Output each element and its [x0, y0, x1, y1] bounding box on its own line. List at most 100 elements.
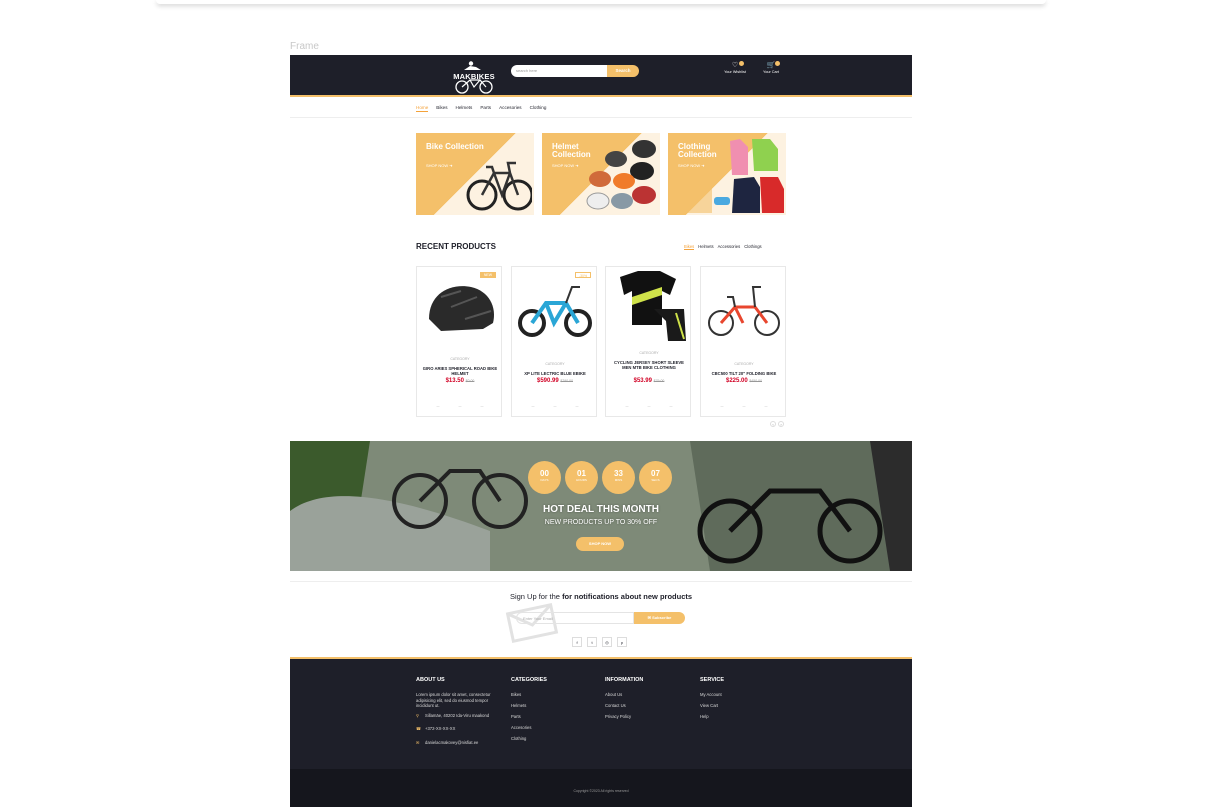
countdown-mins: 33 MINS	[602, 461, 635, 494]
newsletter-divider	[290, 581, 912, 582]
countdown-value: 07	[651, 469, 660, 478]
twitter-icon[interactable]: t	[587, 637, 597, 647]
search-input[interactable]: search here	[511, 65, 607, 77]
filter-tab-clothings[interactable]: Clothings	[744, 244, 761, 250]
shop-now-link[interactable]: SHOP NOW ➜	[678, 163, 705, 168]
product-name[interactable]: CBC500 TILT 20" FOLDING BIKE	[705, 371, 783, 376]
cart-link[interactable]: 🛒 Your Cart	[756, 61, 786, 74]
footer-about: ABOUT US Lorem ipsum dolor sit amet, con…	[416, 677, 498, 753]
footer-link[interactable]: My Account	[700, 692, 790, 697]
search-button[interactable]: Search	[607, 65, 639, 77]
product-card[interactable]: NEW CATEGORY GIRO ARIES SPHERICAL ROAD B…	[416, 266, 502, 417]
collection-title: Bike Collection	[426, 142, 484, 151]
product-actions: — — —	[427, 404, 493, 408]
ebike-product-image	[518, 286, 592, 337]
filter-tab-accessories[interactable]: Accessories	[718, 244, 741, 250]
countdown-unit: SECS	[651, 478, 660, 482]
shop-now-label: SHOP NOW	[426, 163, 449, 168]
chevron-left-icon[interactable]: ‹	[770, 421, 776, 427]
nav-parts[interactable]: Parts	[480, 105, 491, 112]
collection-helmet[interactable]: Helmet Collection SHOP NOW ➜	[542, 133, 660, 215]
product-card[interactable]: CATEGORY CYCLING JERSEY SHORT SLEEVE MEN…	[605, 266, 691, 417]
nav-divider	[290, 117, 912, 118]
subscribe-button[interactable]: ✉ Subscribe	[634, 612, 685, 624]
footer-link[interactable]: Bikes	[511, 692, 601, 697]
envelope-small-icon: ✉	[647, 615, 651, 620]
countdown-value: 33	[614, 469, 623, 478]
collection-bike[interactable]: Bike Collection SHOP NOW ➜	[416, 133, 534, 215]
wishlist-icon[interactable]: —	[532, 404, 535, 408]
frame-label: Frame	[290, 41, 319, 52]
nav-clothing[interactable]: Clothing	[530, 105, 547, 112]
product-actions: — — —	[711, 404, 777, 408]
footer-email[interactable]: ✉ danielacmakovey@nisfiat.ee	[416, 740, 498, 746]
nav-bikes[interactable]: Bikes	[436, 105, 447, 112]
phone-text: +372-XX-XX-XX	[425, 726, 456, 731]
quick-view-icon[interactable]: —	[481, 404, 484, 408]
compare-icon[interactable]: —	[459, 404, 462, 408]
instagram-icon[interactable]: ◎	[602, 637, 612, 647]
footer-link[interactable]: Helmets	[511, 703, 601, 708]
jersey-product-image	[620, 271, 686, 341]
facebook-icon[interactable]: f	[572, 637, 582, 647]
product-category: CATEGORY	[639, 351, 659, 355]
chevron-right-icon[interactable]: ›	[778, 421, 784, 427]
compare-icon[interactable]: —	[648, 404, 651, 408]
folding-bike-product-image	[708, 286, 780, 336]
email-field[interactable]: Enter Your Email	[516, 612, 634, 624]
footer-categories-title: CATEGORIES	[511, 677, 547, 683]
footer-information: INFORMATION About Us Contact Us Privacy …	[605, 677, 695, 725]
product-card[interactable]: -30% CATEGORY XP LITE LECTRIC BLUE EBIKE…	[511, 266, 597, 417]
footer-link[interactable]: Privacy Policy	[605, 714, 695, 719]
product-name[interactable]: CYCLING JERSEY SHORT SLEEVE MEN MTB BIKE…	[610, 360, 688, 370]
footer-link[interactable]: Accesories	[511, 725, 601, 730]
wishlist-link[interactable]: ♡ Your Wishlist	[720, 61, 750, 74]
footer-link[interactable]: Contact Us	[605, 703, 695, 708]
product-category: CATEGORY	[734, 362, 754, 366]
nav-accesories[interactable]: Accesories	[499, 105, 521, 112]
footer-link[interactable]: Help	[700, 714, 790, 719]
filter-tab-bikes[interactable]: Bikes	[684, 244, 695, 250]
product-price-row: $53.99 $79.00	[606, 378, 692, 384]
top-card-shadow	[156, 0, 1046, 4]
shop-now-link[interactable]: SHOP NOW ➜	[426, 163, 453, 168]
main-nav: Home Bikes Helmets Parts Accesories Clot…	[416, 105, 546, 112]
newsletter-form: Enter Your Email ✉ Subscribe	[516, 612, 685, 624]
deal-shop-now-button[interactable]: SHOP NOW	[576, 537, 624, 551]
quick-view-icon[interactable]: —	[670, 404, 673, 408]
shop-now-link[interactable]: SHOP NOW ➜	[552, 163, 579, 168]
wishlist-icon[interactable]: —	[626, 404, 629, 408]
product-tag: NEW	[480, 272, 496, 278]
product-price: $590.99	[536, 378, 559, 384]
wishlist-icon[interactable]: —	[721, 404, 724, 408]
footer-categories: CATEGORIES Bikes Helmets Parts Accesorie…	[511, 677, 601, 747]
product-name[interactable]: GIRO ARIES SPHERICAL ROAD BIKE HELMET	[421, 366, 499, 376]
footer-link[interactable]: About Us	[605, 692, 695, 697]
footer-link[interactable]: View Cart	[700, 703, 790, 708]
wishlist-count-badge	[739, 61, 744, 66]
countdown-unit: DAYS	[540, 478, 549, 482]
quick-view-icon[interactable]: —	[765, 404, 768, 408]
product-price: $13.50	[445, 378, 464, 384]
compare-icon[interactable]: —	[743, 404, 746, 408]
product-card[interactable]: CATEGORY CBC500 TILT 20" FOLDING BIKE $2…	[700, 266, 786, 417]
filter-tab-helmets[interactable]: Helmets	[698, 244, 713, 250]
footer-address: ⚲ Sillamäe, 40202 Ida-Viru maakond	[416, 713, 498, 719]
quick-view-icon[interactable]: —	[576, 404, 579, 408]
product-name[interactable]: XP LITE LECTRIC BLUE EBIKE	[516, 371, 594, 376]
pinterest-icon[interactable]: p	[617, 637, 627, 647]
footer-link[interactable]: Parts	[511, 714, 601, 719]
logo[interactable]: MAKBIKES	[450, 60, 498, 94]
nav-home[interactable]: Home	[416, 105, 429, 112]
footer-link[interactable]: Clothing	[511, 736, 601, 741]
nav-helmets[interactable]: Helmets	[456, 105, 473, 112]
social-links: f t ◎ p	[572, 637, 627, 647]
collection-clothing[interactable]: Clothing Collection SHOP NOW ➜	[668, 133, 786, 215]
product-category: CATEGORY	[450, 357, 470, 361]
carousel-pager: ‹ ›	[770, 421, 784, 427]
product-old-price: $79.00	[653, 379, 665, 383]
countdown-unit: MINS	[614, 478, 623, 482]
footer-phone[interactable]: ☎ +372-XX-XX-XX	[416, 726, 498, 732]
wishlist-icon[interactable]: —	[437, 404, 440, 408]
compare-icon[interactable]: —	[554, 404, 557, 408]
